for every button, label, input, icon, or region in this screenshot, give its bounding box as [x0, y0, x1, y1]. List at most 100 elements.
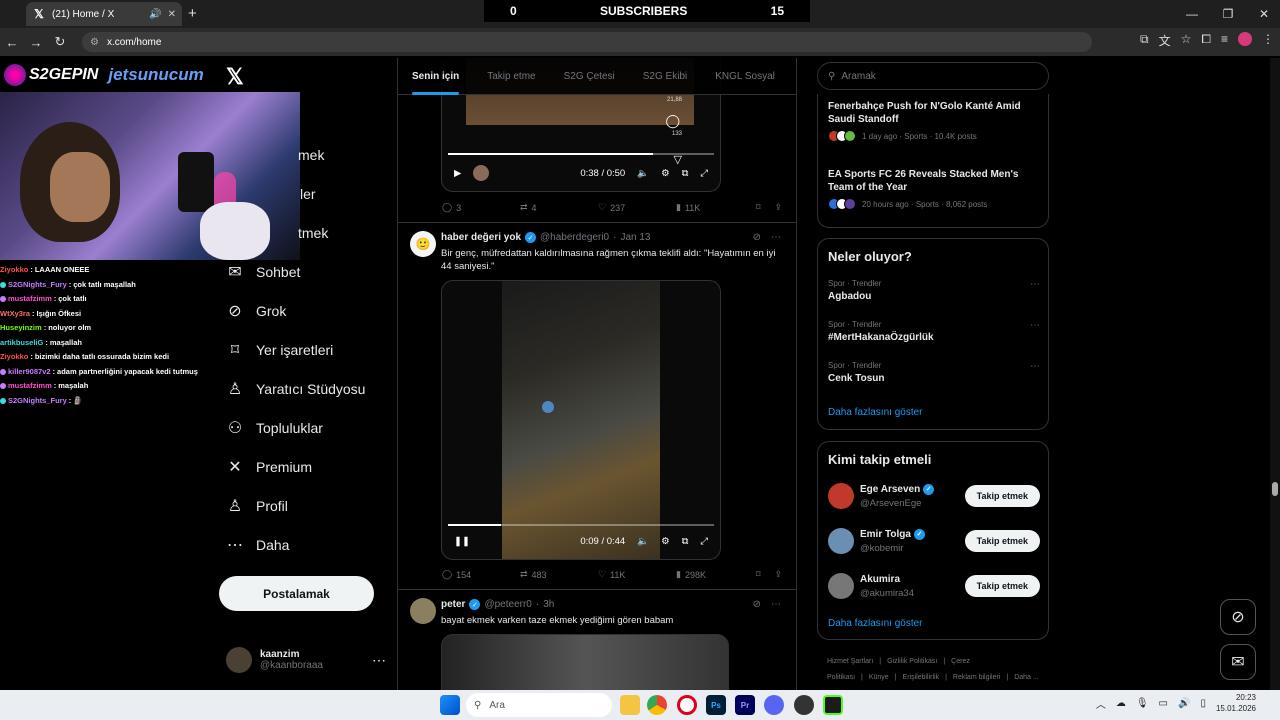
pip-icon[interactable]: ⧉: [682, 536, 689, 547]
media-icon[interactable]: ≡: [1221, 32, 1228, 49]
trend-item[interactable]: Spor · Trendler Cenk Tosun ⋯: [828, 361, 1040, 384]
repost-button[interactable]: ⇄ 4: [520, 202, 598, 213]
chrome-icon[interactable]: [647, 695, 667, 715]
views-button[interactable]: ▮ 11K: [676, 202, 754, 213]
chat-username[interactable]: mustafzimm: [8, 292, 52, 307]
play-icon[interactable]: ▶: [454, 168, 461, 179]
like-button[interactable]: ♡ 11K: [598, 569, 676, 580]
chat-username[interactable]: artikbuseliG: [0, 336, 43, 351]
post-date[interactable]: 3h: [543, 599, 554, 610]
new-tab-button[interactable]: +: [188, 5, 197, 22]
footer-link[interactable]: Daha ...: [1014, 674, 1039, 681]
nav-item-yarat-c-st-dyosu[interactable]: ♙ Yaratıcı Stüdyosu: [226, 379, 366, 399]
close-tab-icon[interactable]: ✕: [168, 9, 176, 20]
share-icon[interactable]: ⇪: [774, 569, 782, 580]
post-author-name[interactable]: peter: [441, 599, 465, 610]
fullscreen-icon[interactable]: ⤢: [700, 168, 708, 179]
share-icon[interactable]: ⇪: [774, 202, 782, 213]
reply-button[interactable]: ◯ 3: [442, 202, 520, 213]
close-window-button[interactable]: ✕: [1248, 0, 1280, 28]
post-date[interactable]: Jan 13: [620, 232, 650, 243]
clock[interactable]: 20:23 15.01.2026: [1216, 692, 1256, 714]
trend-item[interactable]: Spor · Trendler Agbadou ⋯: [828, 279, 1040, 302]
grok-icon[interactable]: ⊘: [753, 232, 761, 243]
follow-button[interactable]: Takip etmek: [964, 530, 1040, 552]
grok-icon[interactable]: ⊘: [753, 599, 761, 610]
nav-partial-1[interactable]: mek: [298, 147, 324, 163]
repost-button[interactable]: ⇄ 483: [520, 569, 598, 580]
bookmark-star-icon[interactable]: ☆: [1181, 32, 1192, 49]
more-icon[interactable]: ⋯: [1030, 361, 1040, 372]
menu-icon[interactable]: ⋮: [1262, 32, 1274, 49]
onedrive-icon[interactable]: ☁: [1116, 698, 1126, 709]
tab-4[interactable]: S2G Ekibi: [629, 58, 701, 95]
kick-icon[interactable]: [823, 695, 843, 715]
tray-chevron-icon[interactable]: ︿: [1096, 696, 1106, 711]
extensions-icon[interactable]: ⧠: [1201, 32, 1211, 49]
speaker-icon[interactable]: 🔊: [149, 9, 161, 20]
follow-suggestion[interactable]: Emir Tolga ✓ @kobemir Takip etmek: [828, 525, 1040, 557]
file-explorer-icon[interactable]: [620, 695, 640, 715]
footer-link[interactable]: Gizlilik Politikası: [887, 658, 937, 665]
obs-icon[interactable]: [794, 695, 814, 715]
show-more-trends-link[interactable]: Daha fazlasını göster: [828, 407, 923, 418]
footer-link[interactable]: Hizmet Şartları: [827, 658, 873, 665]
news-item[interactable]: EA Sports FC 26 Reveals Stacked Men's Te…: [828, 168, 1040, 210]
forward-button[interactable]: →: [24, 35, 48, 50]
post[interactable]: peter ✓ @peteerr0 · 3h ⊘ ⋯ bayat ekmek va…: [398, 589, 796, 690]
install-icon[interactable]: ⧉: [1140, 32, 1149, 49]
post-button[interactable]: Postalamak: [219, 576, 374, 611]
nav-item-yer-i-aretleri[interactable]: ⌑ Yer işaretleri: [226, 340, 333, 360]
opera-icon[interactable]: [677, 695, 697, 715]
follow-button[interactable]: Takip etmek: [964, 485, 1040, 507]
premiere-icon[interactable]: Pr: [735, 695, 755, 715]
settings-icon[interactable]: ⚙: [661, 168, 670, 179]
grok-fab-button[interactable]: ⊘: [1220, 599, 1256, 635]
reload-button[interactable]: ↻: [48, 34, 72, 50]
discord-icon[interactable]: [764, 695, 784, 715]
like-button[interactable]: ♡ 237: [598, 202, 676, 213]
views-button[interactable]: ▮ 298K: [676, 569, 754, 580]
nav-item-premium[interactable]: ✕ Premium: [226, 457, 312, 477]
nav-item-sohbet[interactable]: ✉ Sohbet: [226, 262, 300, 282]
account-switcher[interactable]: kaanzim @kaanboraaa ⋯: [226, 644, 386, 676]
show-more-follow-link[interactable]: Daha fazlasını göster: [828, 618, 923, 629]
network-icon[interactable]: ▭: [1159, 698, 1168, 709]
follow-suggestion[interactable]: Ege Arseven ✓ @ArsevenEge Takip etmek: [828, 480, 1040, 512]
footer-link[interactable]: Erişilebilirlik: [903, 674, 940, 681]
nav-item-daha[interactable]: ⋯ Daha: [226, 535, 289, 555]
chat-username[interactable]: S2GNights_Fury: [8, 394, 67, 409]
more-icon[interactable]: ⋯: [1030, 279, 1040, 290]
footer-link[interactable]: Reklam bilgileri: [953, 674, 1000, 681]
browser-tab[interactable]: 𝕏 (21) Home / X 🔊 ✕: [26, 2, 182, 26]
start-button[interactable]: [440, 695, 460, 715]
messages-fab-button[interactable]: ✉: [1220, 644, 1256, 680]
follow-button[interactable]: Takip etmek: [964, 575, 1040, 597]
tab-2[interactable]: Takip etme: [473, 58, 549, 95]
chat-username[interactable]: S2GNights_Fury: [8, 278, 67, 293]
tab-1[interactable]: Senin için: [398, 58, 473, 95]
site-info-icon[interactable]: ⚙: [90, 37, 99, 48]
chat-username[interactable]: Ziyokko: [0, 263, 28, 278]
scrollbar[interactable]: [1270, 58, 1280, 690]
post-author-handle[interactable]: @peteerr0: [484, 599, 531, 610]
tab-5[interactable]: KNGL Sosyal: [701, 58, 789, 95]
follow-suggestion[interactable]: Akumira @akumira34 Takip etmek: [828, 570, 1040, 602]
taskbar-search[interactable]: ⚲ Ara: [466, 693, 612, 717]
volume-tray-icon[interactable]: 🔊: [1178, 698, 1190, 709]
volume-icon[interactable]: 🔈: [637, 536, 649, 547]
post-author-handle[interactable]: @haberdegeri0: [540, 232, 609, 243]
fullscreen-icon[interactable]: ⤢: [700, 536, 708, 547]
post-author-name[interactable]: haber değeri yok: [441, 232, 521, 243]
reply-button[interactable]: ◯ 154: [442, 569, 520, 580]
chat-username[interactable]: WtXy3ra: [0, 307, 30, 322]
footer-link[interactable]: Künye: [869, 674, 889, 681]
photoshop-icon[interactable]: Ps: [706, 695, 726, 715]
comment-icon[interactable]: ◯: [665, 113, 680, 129]
bookmark-icon[interactable]: ⌑: [756, 569, 761, 580]
translate-icon[interactable]: 文: [1159, 32, 1171, 49]
scrollbar-thumb[interactable]: [1272, 482, 1278, 496]
x-logo-icon[interactable]: 𝕏: [226, 64, 244, 90]
more-icon[interactable]: ⋯: [771, 232, 781, 243]
trend-item[interactable]: Spor · Trendler #MertHakanaÖzgürlük ⋯: [828, 320, 1040, 343]
